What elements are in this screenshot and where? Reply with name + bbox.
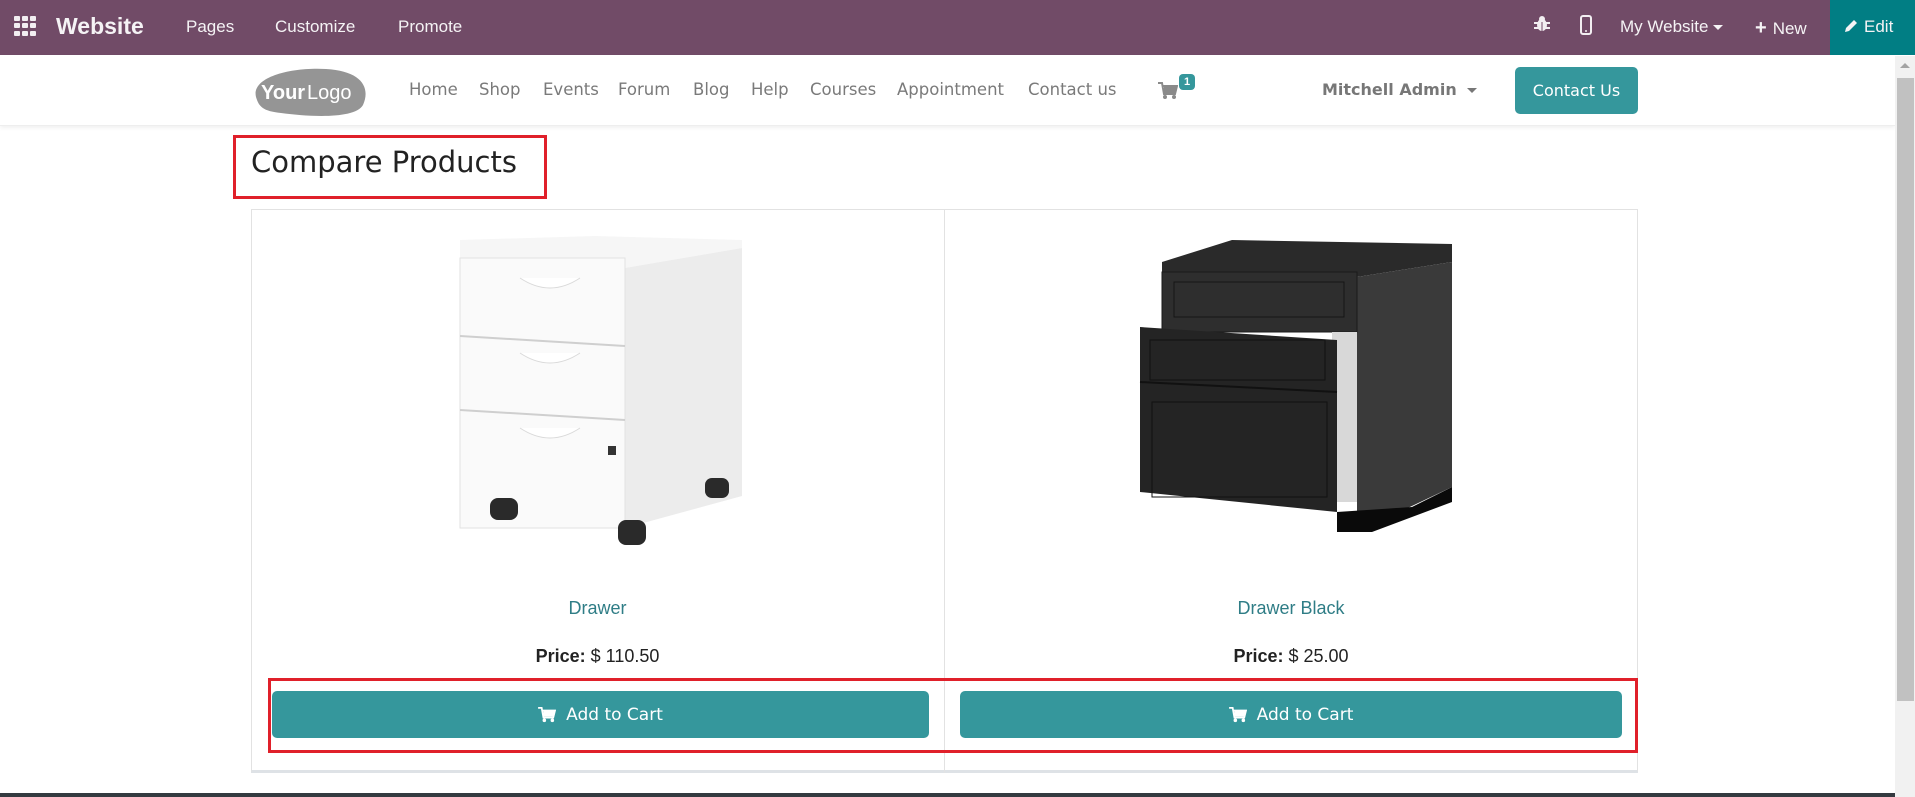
product-image-drawer-black[interactable]	[1132, 232, 1462, 532]
product-name-drawer[interactable]: Drawer	[251, 598, 944, 619]
price-value: $ 110.50	[590, 646, 660, 666]
caret-down-icon	[1712, 25, 1723, 31]
cart-count-badge: 1	[1179, 74, 1196, 90]
menu-promote[interactable]: Promote	[398, 17, 462, 37]
user-name: Mitchell Admin	[1322, 80, 1457, 99]
user-menu[interactable]: Mitchell Admin	[1322, 80, 1477, 99]
new-label: New	[1772, 19, 1807, 38]
grid-icon[interactable]	[14, 16, 36, 36]
website-selector[interactable]: My Website	[1620, 17, 1723, 37]
nav-shop[interactable]: Shop	[479, 80, 521, 99]
edit-label: Edit	[1864, 17, 1894, 36]
bug-icon[interactable]	[1534, 15, 1550, 33]
product-price-drawer: Price: $ 110.50	[251, 646, 944, 667]
contact-us-button[interactable]: Contact Us	[1515, 67, 1638, 114]
top-bar: Website Pages Customize Promote My Websi…	[0, 0, 1915, 55]
caret-down-icon	[1466, 88, 1477, 93]
nav-contact-us[interactable]: Contact us	[1028, 80, 1117, 99]
website-selector-label: My Website	[1620, 17, 1709, 36]
app-name[interactable]: Website	[56, 13, 144, 40]
menu-pages[interactable]: Pages	[186, 17, 234, 37]
pencil-icon	[1845, 20, 1857, 32]
new-button[interactable]: + New	[1755, 17, 1807, 40]
product-name-drawer-black[interactable]: Drawer Black	[944, 598, 1638, 619]
product-image-drawer[interactable]	[450, 228, 750, 548]
nav-courses[interactable]: Courses	[810, 80, 876, 99]
edit-button[interactable]: Edit	[1830, 0, 1915, 55]
nav-help[interactable]: Help	[751, 80, 789, 99]
price-value: $ 25.00	[1288, 646, 1349, 666]
buttons-highlight	[268, 678, 1638, 753]
nav-events[interactable]: Events	[543, 80, 599, 99]
website-header: Your Logo Home Shop Events Forum Blog He…	[0, 55, 1895, 126]
price-label: Price:	[1233, 646, 1284, 666]
footer-edge	[0, 793, 1895, 797]
logo-text: Your	[261, 82, 305, 104]
scrollbar[interactable]	[1895, 56, 1915, 797]
mobile-icon[interactable]	[1580, 15, 1592, 35]
nav-home[interactable]: Home	[409, 80, 458, 99]
product-price-drawer-black: Price: $ 25.00	[944, 646, 1638, 667]
nav-appointment[interactable]: Appointment	[897, 80, 1004, 99]
svg-text:Logo: Logo	[307, 82, 352, 104]
nav-blog[interactable]: Blog	[693, 80, 729, 99]
price-label: Price:	[535, 646, 586, 666]
cart-icon[interactable]	[1158, 82, 1178, 100]
site-logo[interactable]: Your Logo	[251, 67, 369, 117]
menu-customize[interactable]: Customize	[275, 17, 355, 37]
scrollbar-thumb[interactable]	[1897, 78, 1914, 701]
plus-icon: +	[1755, 17, 1767, 39]
page-title: Compare Products	[251, 145, 517, 179]
nav-forum[interactable]: Forum	[618, 80, 670, 99]
scroll-up-arrow-icon[interactable]	[1900, 63, 1910, 68]
